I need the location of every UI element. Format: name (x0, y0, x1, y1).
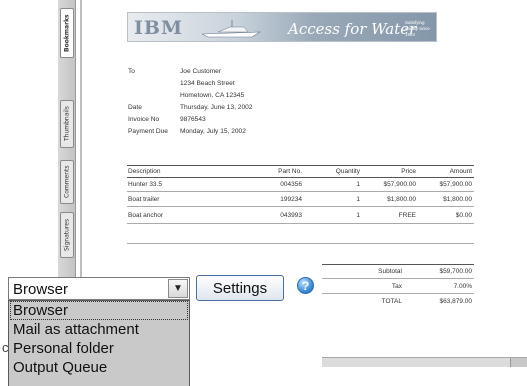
totals-rule (322, 278, 474, 279)
option-output-queue[interactable]: Output Queue (10, 358, 188, 377)
date-label: Date (128, 104, 142, 111)
row-rule (127, 206, 474, 207)
boat-icon (201, 20, 262, 38)
option-browser[interactable]: Browser (10, 301, 188, 320)
due-label: Payment Due (128, 128, 168, 135)
tab-signatures[interactable]: Signatures (60, 212, 74, 258)
stray-character: c (2, 340, 9, 355)
option-personal-folder[interactable]: Personal folder (10, 339, 188, 358)
row-rule (127, 223, 474, 224)
to-label: To (128, 68, 135, 75)
header-rule (127, 177, 474, 178)
totals-top-rule (322, 264, 474, 265)
tab-comments[interactable]: Comments (60, 160, 74, 204)
header-description: Description (128, 168, 161, 175)
date-value: Thursday, June 13, 2002 (180, 104, 253, 111)
header-amount: Amount (449, 168, 472, 175)
invoice-label: Invoice No (128, 116, 160, 123)
banner-title: Access for Water (288, 20, 417, 38)
due-value: Monday, July 15, 2002 (180, 128, 246, 135)
option-mail-as-attachment[interactable]: Mail as attachment (10, 320, 188, 339)
document-banner: IBM Access for Water Satisfying quality … (127, 12, 437, 42)
table-top-rule (127, 165, 474, 166)
tax-label: Tax (391, 283, 402, 290)
delivery-dropdown-list: Browser Mail as attachment Personal fold… (8, 300, 190, 386)
subtotal-value: $59,700.00 (439, 268, 472, 275)
tax-value: 7.00% (453, 283, 472, 290)
tab-thumbnails[interactable]: Thumbnails (60, 100, 74, 148)
customer-city: Hometown, CA 12345 (180, 92, 245, 99)
scroll-right-arrow[interactable] (510, 358, 527, 367)
settings-button[interactable]: Settings (196, 275, 284, 301)
customer-street: 1234 Beach Street (180, 80, 235, 87)
header-part-no: Part No. (278, 168, 302, 175)
header-price: Price (401, 168, 416, 175)
ibm-logo: IBM (134, 17, 183, 39)
header-quantity: Quantity (335, 168, 360, 175)
tab-bookmarks[interactable]: Bookmarks (60, 8, 74, 58)
totals-rule (322, 293, 474, 294)
banner-tagline: Satisfying quality since 1964 (405, 20, 430, 37)
delivery-select[interactable]: Browser ▼ (8, 277, 190, 300)
horizontal-scrollbar[interactable] (322, 357, 527, 367)
invoice-value: 9876543 (180, 116, 206, 123)
total-label: TOTAL (381, 298, 402, 305)
row-rule (127, 243, 474, 244)
subtotal-label: Subtotal (378, 268, 402, 275)
row-rule (127, 191, 474, 192)
help-icon[interactable]: ? (297, 277, 314, 294)
delivery-select-value: Browser (13, 281, 69, 298)
total-value: $63,879.00 (439, 298, 472, 305)
customer-name: Joe Customer (180, 68, 222, 75)
chevron-down-icon[interactable]: ▼ (168, 279, 188, 298)
